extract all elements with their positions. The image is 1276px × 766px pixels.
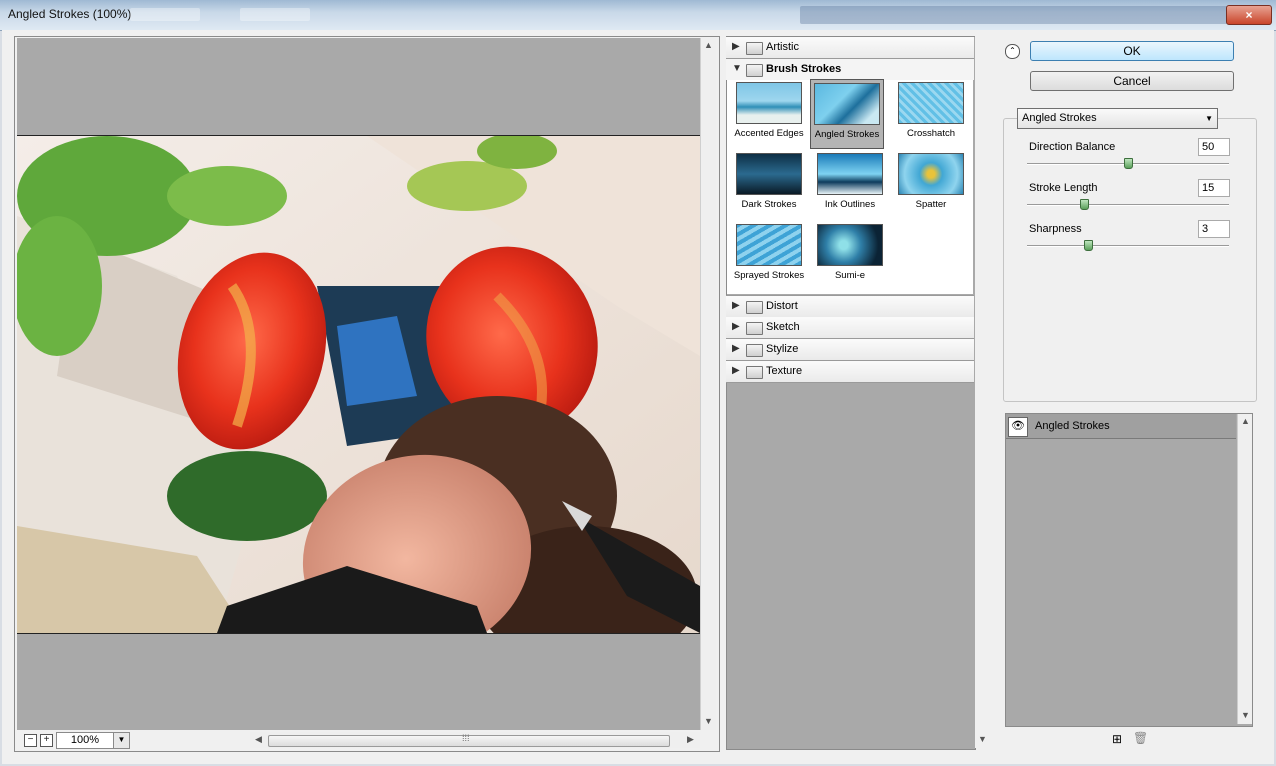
stroke-length-label: Stroke Length	[1029, 182, 1098, 194]
expand-arrow-icon: ▶	[732, 365, 740, 376]
category-label: Distort	[766, 300, 798, 312]
brush-strokes-thumbnails: Accented Edges Angled Strokes Crosshatch…	[727, 79, 973, 294]
thumbnail-ink-outlines[interactable]: Ink Outlines	[814, 151, 886, 210]
thumbnail-image	[898, 153, 964, 195]
collapse-arrow-icon: ▼	[732, 63, 742, 74]
preview-painting	[17, 136, 700, 633]
category-distort[interactable]: ▶ Distort	[726, 295, 974, 318]
thumbnail-accented-edges[interactable]: Accented Edges	[733, 80, 805, 139]
zoom-in-button[interactable]: +	[40, 734, 53, 747]
thumbnail-image	[817, 153, 883, 195]
expand-arrow-icon: ▶	[732, 300, 740, 311]
folder-icon	[746, 366, 763, 379]
layers-scrollbar[interactable]: ▲ ▼	[1237, 414, 1252, 724]
scroll-down-arrow[interactable]: ▼	[1241, 710, 1250, 720]
direction-balance-slider-thumb[interactable]	[1124, 158, 1133, 169]
thumbnail-label: Dark Strokes	[741, 199, 797, 210]
direction-balance-label: Direction Balance	[1029, 141, 1116, 153]
filter-select[interactable]: Angled Strokes ▼	[1017, 108, 1218, 129]
chevron-down-icon: ▼	[1205, 114, 1213, 123]
thumbnail-image	[736, 153, 802, 195]
horizontal-scroll-thumb[interactable]: ⁞⁞⁞	[268, 733, 670, 747]
background-toolbar-ghost	[130, 8, 200, 21]
sharpness-label: Sharpness	[1029, 223, 1082, 235]
scroll-up-arrow[interactable]: ▲	[704, 40, 713, 50]
effect-layers-panel	[1005, 413, 1253, 727]
folder-open-icon	[746, 64, 763, 77]
category-texture[interactable]: ▶ Texture	[726, 361, 974, 383]
ok-button[interactable]: OK	[1030, 41, 1234, 61]
category-stylize[interactable]: ▶ Stylize	[726, 339, 974, 361]
thumbnail-sumi-e[interactable]: Sumi-e	[814, 222, 886, 281]
thumbnail-spatter[interactable]: Spatter	[895, 151, 967, 210]
category-label: Sketch	[766, 321, 800, 333]
stroke-length-input[interactable]: 15	[1198, 179, 1230, 197]
thumbnail-label: Sprayed Strokes	[733, 270, 805, 281]
thumbnail-image	[898, 82, 964, 124]
thumbnail-sprayed-strokes[interactable]: Sprayed Strokes	[733, 222, 805, 281]
scroll-right-arrow[interactable]: ▶	[687, 734, 694, 745]
thumbnail-image	[817, 224, 883, 266]
background-workspace-strip	[800, 6, 1240, 24]
scroll-up-arrow[interactable]: ▲	[1241, 416, 1250, 426]
expand-arrow-icon: ▶	[732, 41, 740, 52]
category-label: Brush Strokes	[766, 63, 842, 75]
folder-icon	[746, 322, 763, 335]
direction-balance-input[interactable]: 50	[1198, 138, 1230, 156]
gallery-scrollbar[interactable]: ▼	[975, 36, 989, 748]
collapse-gallery-icon[interactable]: ⌃	[1005, 44, 1020, 59]
folder-icon	[746, 42, 763, 55]
category-brush-strokes[interactable]: ▼ Brush Strokes	[726, 59, 974, 80]
cancel-button[interactable]: Cancel	[1030, 71, 1234, 91]
category-label: Texture	[766, 365, 803, 377]
thumbnail-label: Ink Outlines	[824, 199, 876, 210]
effect-layer-row[interactable]: Angled Strokes	[1006, 414, 1236, 439]
zoom-out-button[interactable]: −	[24, 734, 37, 747]
window-title: Angled Strokes (100%)	[8, 7, 132, 21]
zoom-level-field[interactable]: 100%	[56, 732, 114, 749]
thumbnail-image	[736, 224, 802, 266]
expand-arrow-icon: ▶	[732, 343, 740, 354]
category-sketch[interactable]: ▶ Sketch	[726, 317, 974, 339]
category-label: Artistic	[766, 41, 799, 53]
title-bar: Angled Strokes (100%) ×	[0, 0, 1276, 31]
stroke-length-slider-thumb[interactable]	[1080, 199, 1089, 210]
thumbnail-label: Spatter	[915, 199, 947, 210]
thumbnail-label: Crosshatch	[906, 128, 956, 139]
new-effect-layer-icon[interactable]: ⊞	[1112, 732, 1122, 746]
sharpness-slider-track[interactable]	[1027, 245, 1229, 247]
scroll-left-arrow[interactable]: ◀	[255, 734, 262, 745]
effect-layer-label: Angled Strokes	[1035, 420, 1110, 432]
thumbnail-image	[814, 83, 880, 125]
thumbnail-image	[736, 82, 802, 124]
delete-effect-layer-icon[interactable]: 🗑	[1133, 731, 1148, 745]
preview-image[interactable]	[17, 135, 700, 634]
expand-arrow-icon: ▶	[732, 321, 740, 332]
thumbnail-label: Accented Edges	[734, 128, 804, 139]
thumbnail-label: Sumi-e	[834, 270, 866, 281]
eye-icon[interactable]: 👁	[1008, 417, 1028, 437]
sharpness-slider-thumb[interactable]	[1084, 240, 1093, 251]
thumbnail-dark-strokes[interactable]: Dark Strokes	[733, 151, 805, 210]
sharpness-input[interactable]: 3	[1198, 220, 1230, 238]
category-artistic[interactable]: ▶ Artistic	[726, 37, 974, 59]
thumbnail-crosshatch[interactable]: Crosshatch	[895, 80, 967, 139]
background-toolbar-ghost	[240, 8, 310, 21]
stroke-length-slider-track[interactable]	[1027, 204, 1229, 206]
scroll-down-arrow[interactable]: ▼	[704, 716, 713, 726]
filter-select-value: Angled Strokes	[1022, 112, 1097, 124]
scroll-grip: ⁞⁞⁞	[462, 733, 470, 743]
folder-icon	[746, 344, 763, 357]
category-label: Stylize	[766, 343, 799, 355]
thumbnail-angled-strokes[interactable]: Angled Strokes	[810, 79, 884, 149]
zoom-dropdown-button[interactable]: ▼	[113, 732, 130, 749]
close-button[interactable]: ×	[1226, 5, 1272, 25]
thumbnail-label: Angled Strokes	[814, 129, 880, 140]
scroll-down-arrow[interactable]: ▼	[978, 734, 987, 744]
folder-icon	[746, 301, 763, 314]
preview-vertical-scrollbar[interactable]: ▲ ▼	[700, 38, 716, 730]
